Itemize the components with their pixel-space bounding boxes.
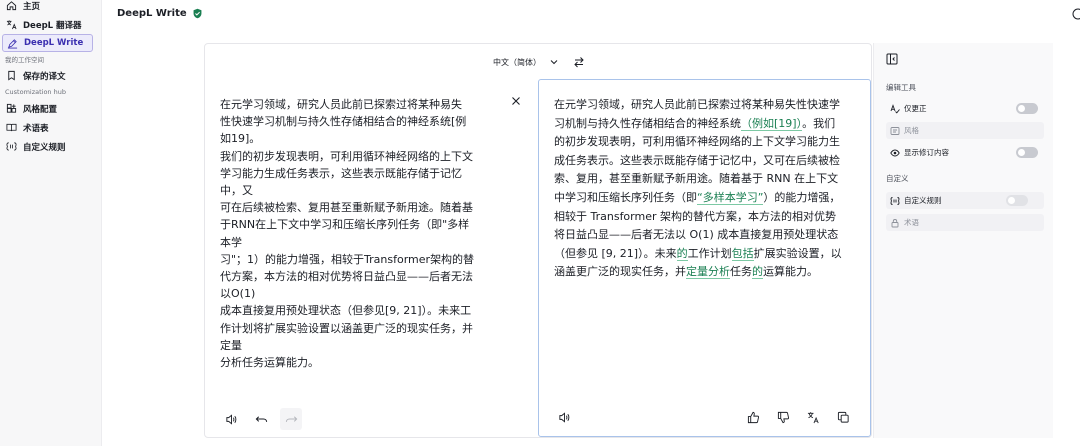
glossary-icon [5, 121, 18, 134]
sidebar-item-translator[interactable]: DeepL 翻译器 [0, 15, 101, 34]
sidebar-item-label: DeepL 翻译器 [23, 20, 82, 31]
translate-result-button[interactable] [802, 406, 824, 428]
sidebar-item-label: 风格配置 [23, 104, 58, 115]
copy-button[interactable] [832, 406, 854, 428]
style-icon [5, 102, 18, 115]
text-segment: 工作计划 [687, 246, 732, 260]
text-segment: 任务 [730, 265, 752, 279]
target-toolbar-right [742, 406, 862, 428]
target-text[interactable]: 在元学习领域，研究人员此前已探索过将某种易失性快速学习机制与持久性存储相结合的神… [554, 96, 844, 282]
style-icon [890, 126, 900, 136]
app-title: DeepL Write [117, 8, 203, 19]
app-title-text: DeepL Write [117, 8, 187, 19]
bookmark-icon [5, 69, 18, 82]
source-toolbar [220, 408, 310, 430]
listen-source-button[interactable] [220, 408, 242, 430]
workspace-section-label: 我的工作空间 [5, 56, 44, 64]
thumbs-up-icon [747, 411, 759, 423]
speaker-icon [558, 411, 569, 423]
inserted-text-segment[interactable]: 的 [676, 246, 688, 261]
sidebar-item-label: 主页 [23, 1, 41, 12]
sidebar-item-label: 保存的译文 [23, 71, 66, 82]
language-select[interactable]: 中文（简体） [493, 57, 559, 68]
inserted-text-segment[interactable]: “多样本学习” [697, 190, 764, 205]
rules-icon [890, 196, 900, 206]
sidebar-item-deepl-write[interactable]: DeepL Write [2, 34, 93, 52]
custom-rules-toggle[interactable] [1006, 195, 1028, 206]
target-pane[interactable]: 在元学习领域，研究人员此前已探索过将某种易失性快速学习机制与持久性存储相结合的神… [538, 79, 871, 437]
copy-icon [837, 411, 849, 423]
redo-icon [285, 415, 297, 422]
glossary-row[interactable]: 术语 [886, 214, 1044, 231]
source-pane[interactable]: 在元学习领域，研究人员此前已探索过将某种易失 性快速学习机制与持久性存储相结合的… [205, 80, 538, 438]
spellcheck-icon [890, 103, 900, 114]
home-icon [5, 0, 18, 12]
inserted-text-segment[interactable]: 包括 [731, 246, 754, 261]
translate-icon [807, 411, 819, 423]
custom-rules-label: 自定义规则 [904, 196, 942, 205]
thumbs-down-icon [777, 411, 789, 423]
redo-button[interactable] [280, 408, 302, 430]
listen-target-button[interactable] [553, 406, 575, 428]
sidebar-item-custom-rules[interactable]: 自定义规则 [0, 137, 101, 156]
custom-rules-row[interactable]: 自定义规则 [886, 192, 1044, 209]
inserted-text-segment[interactable]: 的 [752, 265, 763, 280]
show-changes-label: 显示修订内容 [904, 148, 949, 157]
sidebar-item-saved-translations[interactable]: 保存的译文 [0, 66, 101, 85]
shield-check-icon [193, 8, 202, 19]
sidebar-item-label: DeepL Write [24, 38, 84, 48]
thumbs-down-button[interactable] [772, 406, 794, 428]
lock-icon [890, 218, 900, 228]
write-editor: 中文（简体） 在元学习领域，研究人员此前已探索过将某种易失 性快速学习机制与持久… [204, 43, 872, 438]
sidebar-item-glossary[interactable]: 术语表 [0, 118, 101, 137]
thumbs-up-button[interactable] [742, 406, 764, 428]
show-changes-row[interactable]: 显示修订内容 [886, 144, 1044, 161]
swap-icon[interactable] [573, 56, 585, 68]
help-icon[interactable] [1072, 8, 1080, 20]
inserted-text-segment[interactable]: （例如[19]） [741, 116, 803, 131]
edit-tools-heading: 编辑工具 [886, 83, 916, 92]
custom-heading: 自定义 [886, 174, 909, 183]
style-row[interactable]: 风格 [886, 122, 1044, 139]
language-bar: 中文（简体） [205, 44, 873, 80]
hub-section-label: Customization hub [5, 88, 66, 96]
undo-icon [255, 415, 267, 422]
rules-icon [5, 140, 18, 153]
sidebar-item-label: 自定义规则 [23, 142, 66, 153]
panel-collapse-icon[interactable] [886, 53, 898, 65]
language-select-label: 中文（简体） [493, 57, 541, 67]
sidebar-item-home[interactable]: 主页 [0, 0, 101, 15]
close-icon [512, 97, 520, 105]
inserted-text-segment[interactable]: 定量分析 [686, 265, 730, 280]
correct-only-row[interactable]: 仅更正 [886, 100, 1044, 117]
target-toolbar-left [553, 406, 583, 428]
correct-only-label: 仅更正 [904, 104, 927, 113]
sidebar-item-label: 术语表 [23, 123, 49, 134]
glossary-label: 术语 [904, 218, 919, 227]
text-segment: 运算能力。 [763, 265, 818, 279]
show-changes-toggle[interactable] [1016, 147, 1038, 158]
right-panel: 编辑工具 仅更正 风格 显示修订内容 自定义 自定义规则 术语 [873, 43, 1053, 438]
correct-only-toggle[interactable] [1016, 103, 1038, 114]
eye-icon [890, 148, 900, 158]
sidebar: 主页 DeepL 翻译器 DeepL Write 我的工作空间 保存的译文 Cu… [0, 0, 102, 446]
clear-text-button[interactable] [509, 94, 523, 108]
speaker-icon [225, 413, 236, 425]
chevron-down-icon [550, 60, 558, 65]
write-icon [6, 37, 19, 50]
style-label: 风格 [904, 126, 919, 135]
translate-icon [5, 18, 18, 31]
undo-button[interactable] [250, 408, 272, 430]
sidebar-item-style-config[interactable]: 风格配置 [0, 99, 101, 118]
source-text[interactable]: 在元学习领域，研究人员此前已探索过将某种易失 性快速学习机制与持久性存储相结合的… [220, 96, 503, 371]
